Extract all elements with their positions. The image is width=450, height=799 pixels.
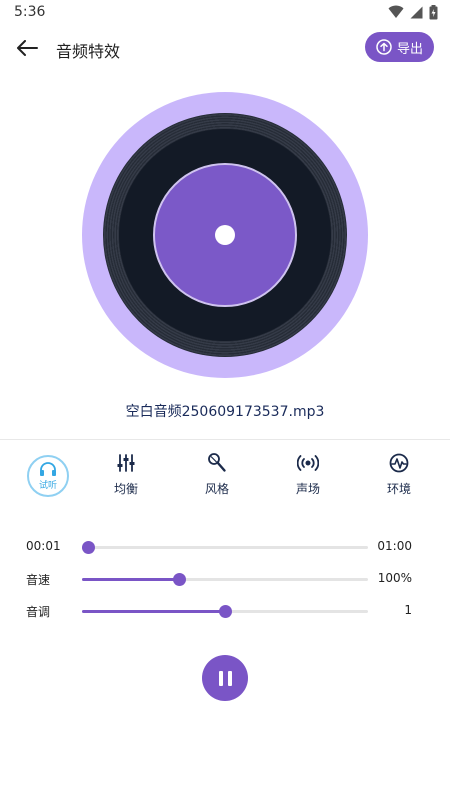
- slider-thumb[interactable]: [81, 541, 95, 554]
- pitch-slider[interactable]: [82, 605, 368, 618]
- speed-label: 音速: [26, 573, 51, 587]
- environment-icon: [389, 453, 409, 473]
- signal-icon: [410, 6, 423, 18]
- sound-field-icon: [297, 455, 319, 471]
- pitch-label: 音调: [26, 605, 51, 619]
- back-button[interactable]: [14, 36, 40, 60]
- speed-row: 音速 100%: [0, 569, 450, 589]
- export-label: 导出: [396, 41, 423, 57]
- tab-preview[interactable]: 试听: [27, 455, 69, 497]
- headphones-icon: [40, 462, 56, 476]
- divider: [0, 439, 450, 440]
- tab-label: 均衡: [113, 482, 138, 496]
- slider-thumb[interactable]: [173, 573, 187, 586]
- pitch-value: 1: [404, 603, 412, 617]
- slider-thumb[interactable]: [219, 605, 232, 618]
- tab-label: 声场: [295, 482, 320, 496]
- arrow-left-icon: [17, 40, 38, 56]
- tab-environment[interactable]: 环境: [369, 450, 429, 502]
- disc-center-hole: [215, 225, 235, 245]
- slider-fill: [82, 610, 225, 613]
- page-title: 音频特效: [56, 42, 121, 61]
- export-button[interactable]: 导出: [365, 32, 434, 62]
- status-time: 5:36: [14, 4, 46, 20]
- tab-label: 风格: [204, 482, 229, 496]
- progress-slider[interactable]: [81, 541, 368, 554]
- speed-slider[interactable]: [82, 573, 368, 586]
- progress-row: 00:01 01:00: [0, 537, 450, 557]
- pitch-row: 音调 1: [0, 601, 450, 621]
- status-icons: [388, 4, 438, 20]
- speed-value: 100%: [377, 571, 412, 585]
- upload-icon: [376, 39, 392, 55]
- battery-icon: [429, 4, 438, 19]
- slider-fill: [82, 578, 180, 581]
- tab-equalizer[interactable]: 均衡: [96, 450, 156, 502]
- file-name: 空白音频250609173537.mp3: [125, 404, 325, 420]
- current-time: 00:01: [26, 539, 61, 553]
- pause-icon-bar: [227, 670, 232, 686]
- total-time: 01:00: [377, 539, 412, 553]
- tab-sound-field[interactable]: 声场: [278, 450, 338, 502]
- vinyl-disc: [82, 92, 368, 378]
- microphone-icon: [208, 453, 226, 472]
- equalizer-icon: [117, 454, 135, 472]
- status-bar: 5:36: [0, 0, 450, 24]
- pause-icon: [218, 670, 223, 686]
- tab-style[interactable]: 风格: [187, 450, 247, 502]
- app-bar: 音频特效 导出: [0, 28, 450, 68]
- effect-tabs: 试听 均衡 风格 声场 环境: [0, 450, 450, 502]
- tab-label: 试听: [38, 481, 57, 491]
- tab-label: 环境: [386, 482, 411, 496]
- wifi-icon: [388, 5, 404, 18]
- pause-button[interactable]: [202, 655, 248, 701]
